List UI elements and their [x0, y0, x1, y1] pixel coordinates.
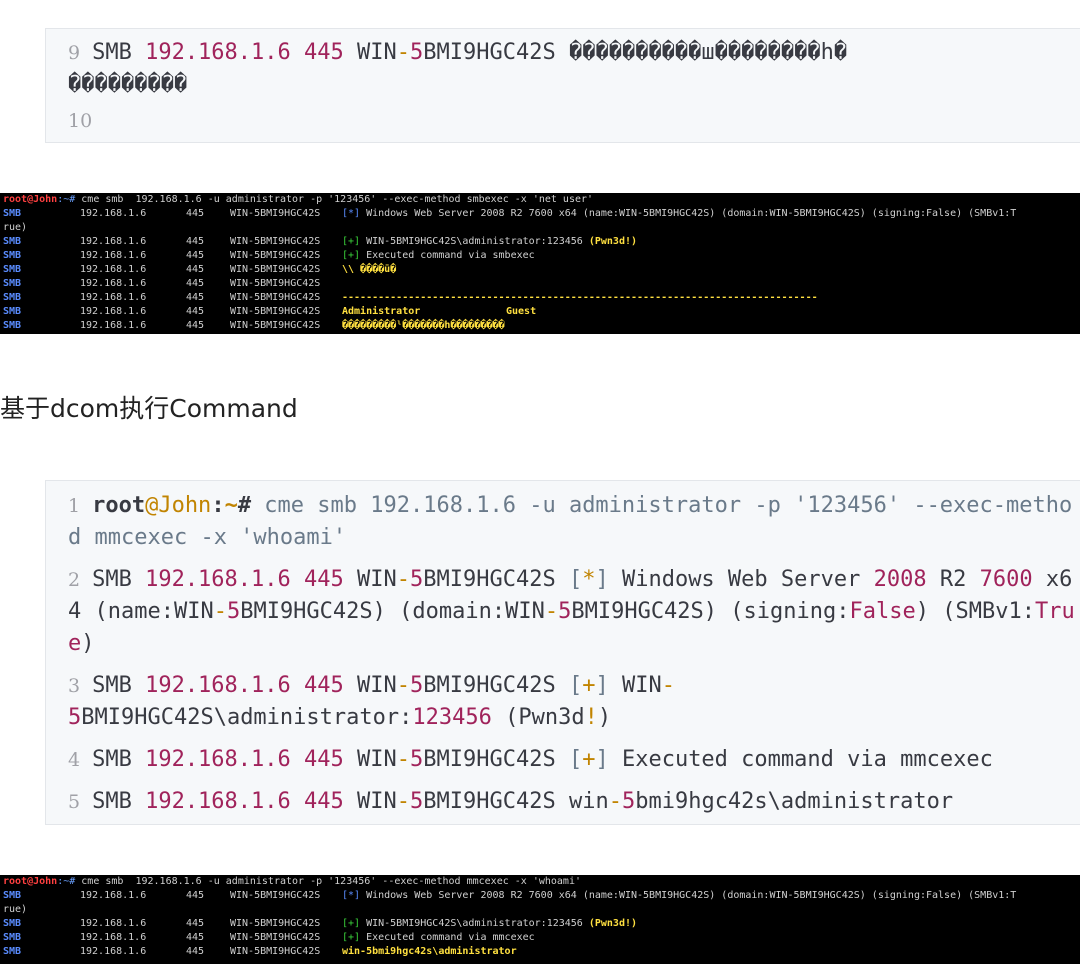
terminal-screenshot-mmcexec: root@John:~# cme smb 192.168.1.6 -u admi… [0, 875, 1080, 964]
code-block-top: 9 SMB 192.168.1.6 445 WIN-5BMI9HGC42S ���… [45, 28, 1080, 143]
term-row: SMB 192.168.1.6 445 WIN-5BMI9HGC42S Administ… [3, 306, 537, 317]
code-line-3: 3 SMB 192.168.1.6 445 WIN-5BMI9HGC42S [+]… [68, 673, 675, 730]
term-row: SMB 192.168.1.6 445 WIN-5BMI9HGC42S [+] Exec… [3, 932, 535, 943]
code-block-dcom: 1 root@John:~# cme smb 192.168.1.6 -u adm… [45, 480, 1080, 825]
term-row: SMB 192.168.1.6 445 WIN-5BMI9HGC42S [*] Wind… [3, 208, 1017, 219]
term-row: rue) [3, 222, 28, 233]
term-row: SMB 192.168.1.6 445 WIN-5BMI9HGC42S [3, 278, 321, 289]
term-prompt-row: root@John:~# cme smb 192.168.1.6 -u admi… [3, 876, 581, 887]
term-row: SMB 192.168.1.6 445 WIN-5BMI9HGC42S ��������… [3, 320, 505, 331]
code-line-2: 2 SMB 192.168.1.6 445 WIN-5BMI9HGC42S [*]… [68, 567, 1075, 656]
code-line-1: 1 root@John:~# cme smb 192.168.1.6 -u adm… [68, 493, 1073, 550]
term-prompt-row: root@John:~# cme smb 192.168.1.6 -u admi… [3, 194, 594, 205]
terminal-screenshot-smbexec: root@John:~# cme smb 192.168.1.6 -u admi… [0, 193, 1080, 334]
term-row: SMB 192.168.1.6 445 WIN-5BMI9HGC42S [+] Exec… [3, 250, 535, 261]
term-row: SMB 192.168.1.6 445 WIN-5BMI9HGC42S --------… [3, 292, 818, 303]
section-heading: 基于dcom执行Command [0, 394, 298, 423]
term-row: SMB 192.168.1.6 445 WIN-5BMI9HGC42S [*] Wind… [3, 890, 1017, 901]
term-row: SMB 192.168.1.6 445 WIN-5BMI9HGC42S win-5bmi… [3, 946, 517, 957]
term-row: rue) [3, 904, 28, 915]
code-line-10: 10 [68, 110, 93, 132]
code-line-5: 5 SMB 192.168.1.6 445 WIN-5BMI9HGC42S win… [68, 789, 954, 814]
code-line-9: 9 SMB 192.168.1.6 445 WIN-5BMI9HGC42S ���… [68, 40, 848, 97]
term-row: SMB 192.168.1.6 445 WIN-5BMI9HGC42S \\ ����ū… [3, 264, 397, 275]
term-row: SMB 192.168.1.6 445 WIN-5BMI9HGC42S [+] WIN-… [3, 236, 638, 247]
term-row: SMB 192.168.1.6 445 WIN-5BMI9HGC42S [+] WIN-… [3, 918, 638, 929]
code-line-4: 4 SMB 192.168.1.6 445 WIN-5BMI9HGC42S [+]… [68, 747, 993, 772]
